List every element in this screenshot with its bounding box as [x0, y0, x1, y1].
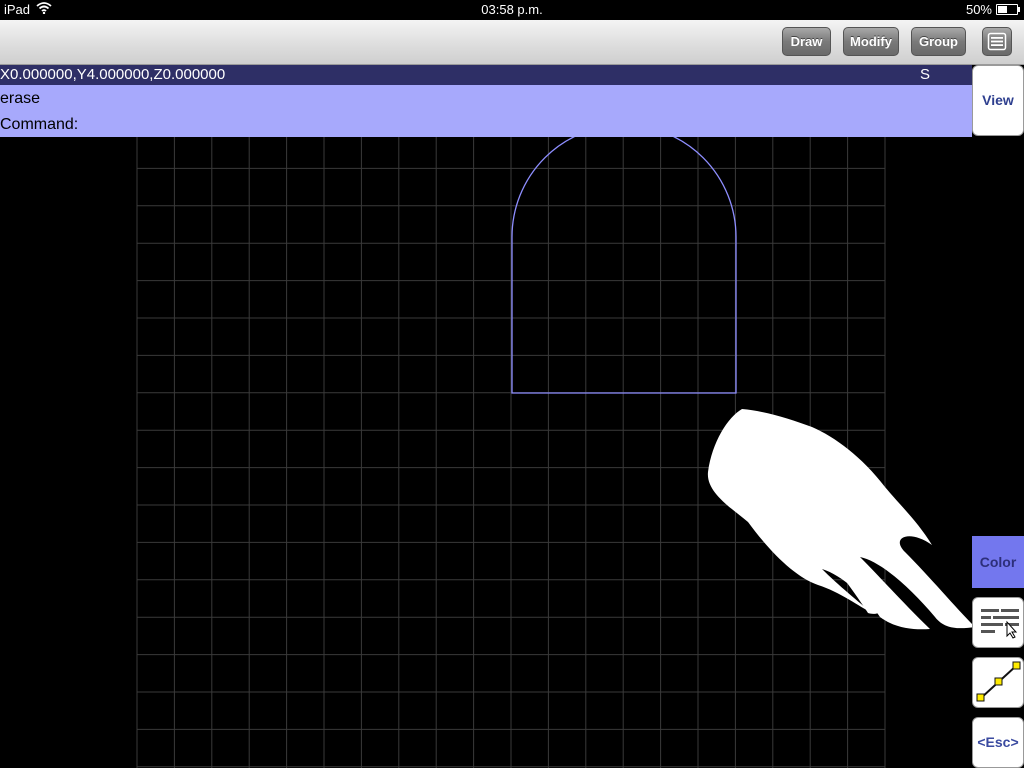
layers-icon	[981, 609, 1019, 639]
status-bar: iPad 03:58 p.m. 50%	[0, 0, 1024, 20]
coordinate-bar: X0.000000,Y4.000000,Z0.000000 S	[0, 65, 972, 85]
drawn-arch-shape[interactable]	[511, 137, 737, 394]
command-history-line: erase	[0, 90, 41, 107]
command-area[interactable]: erase Command:	[0, 85, 972, 137]
command-prompt: Command:	[0, 116, 79, 133]
layers-button[interactable]	[972, 597, 1024, 648]
status-time: 03:58 p.m.	[481, 2, 543, 17]
view-button[interactable]: View	[972, 65, 1024, 136]
menu-button[interactable]	[982, 27, 1012, 56]
modify-button[interactable]: Modify	[843, 27, 899, 56]
group-button[interactable]: Group	[911, 27, 966, 56]
list-icon	[987, 32, 1007, 51]
drawing-canvas[interactable]	[0, 137, 1024, 768]
toolbar: Draw Modify Group	[0, 20, 1024, 65]
draw-button[interactable]: Draw	[782, 27, 831, 56]
snap-indicator[interactable]: S	[920, 65, 930, 85]
battery-percent: 50%	[965, 2, 992, 17]
line-segment-icon	[976, 661, 1021, 702]
color-button[interactable]: Color	[972, 536, 1024, 588]
escape-button[interactable]: <Esc>	[972, 717, 1024, 768]
battery-icon	[996, 4, 1020, 15]
coordinate-readout: X0.000000,Y4.000000,Z0.000000	[0, 66, 226, 83]
hand-gesture-icon	[707, 409, 975, 630]
line-tool-button[interactable]	[972, 657, 1024, 708]
